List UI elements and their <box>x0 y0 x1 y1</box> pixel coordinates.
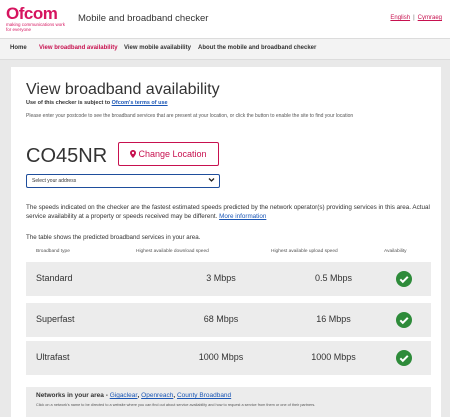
network-link-openreach[interactable]: Openreach <box>141 392 173 399</box>
lang-english-link[interactable]: English <box>390 15 410 21</box>
download-speed: 68 Mbps <box>203 314 239 324</box>
map-pin-icon <box>130 150 137 158</box>
upload-speed: 1000 Mbps <box>311 352 356 362</box>
terms-prefix: Use of this checker is subject to <box>26 100 112 106</box>
column-header-availability: Availability <box>384 249 407 254</box>
postcode-display: CO45NR <box>26 145 108 167</box>
upload-speed: 16 Mbps <box>316 314 351 324</box>
chevron-down-icon <box>208 178 215 182</box>
check-circle-icon <box>396 271 412 287</box>
nav-item-mobile[interactable]: View mobile availability <box>124 45 191 51</box>
table-intro: The table shows the predicted broadband … <box>26 234 201 241</box>
lang-cymraeg-link[interactable]: Cymraeg <box>418 15 442 21</box>
lang-separator: | <box>413 15 415 21</box>
nav-item-broadband[interactable]: View broadband availability <box>39 45 118 51</box>
network-link-county-broadband[interactable]: County Broadband <box>177 392 231 399</box>
intro-text: Please enter your postcode to see the br… <box>26 113 354 119</box>
main-content: View broadband availability Use of this … <box>11 67 441 417</box>
nav-item-home[interactable]: Home <box>10 45 27 51</box>
upload-speed: 0.5 Mbps <box>314 273 353 283</box>
column-header-upload: Highest available upload speed <box>271 249 338 254</box>
main-nav: Home View broadband availability View mo… <box>0 39 450 60</box>
change-location-button[interactable]: Change Location <box>118 142 219 166</box>
download-speed: 1000 Mbps <box>198 352 244 362</box>
broadband-type: Superfast <box>36 314 75 324</box>
site-title: Mobile and broadband checker <box>78 13 209 24</box>
logo-wordmark: Ofcom <box>6 4 58 23</box>
site-header: Ofcom making communications work for eve… <box>0 0 450 39</box>
networks-title: Networks in your area - Gigaclear, Openr… <box>36 392 232 399</box>
ofcom-logo[interactable]: Ofcom making communications work for eve… <box>6 5 68 32</box>
networks-heading: Networks in your area <box>36 392 104 399</box>
table-row: Superfast 68 Mbps 16 Mbps <box>26 303 431 337</box>
address-select-value: Select your address <box>32 178 77 184</box>
speed-disclaimer: The speeds indicated on the checker are … <box>26 204 436 221</box>
table-row: Standard 3 Mbps 0.5 Mbps <box>26 262 431 296</box>
column-header-download: Highest available download speed <box>136 249 209 254</box>
more-information-link[interactable]: More information <box>219 213 266 220</box>
column-header-type: Broadband type <box>36 249 70 254</box>
networks-note: Click on a network's name to be directed… <box>36 403 316 407</box>
check-circle-icon <box>396 312 412 328</box>
nav-item-about[interactable]: About the mobile and broadband checker <box>198 45 316 51</box>
broadband-type: Ultrafast <box>36 352 70 362</box>
broadband-type: Standard <box>36 273 73 283</box>
page-title: View broadband availability <box>26 81 220 98</box>
language-switcher: English | Cymraeg <box>390 15 442 21</box>
network-link-gigaclear[interactable]: Gigaclear <box>110 392 138 399</box>
table-row: Ultrafast 1000 Mbps 1000 Mbps <box>26 341 431 375</box>
logo-tagline: making communications work for everyone <box>6 22 66 32</box>
terms-notice: Use of this checker is subject to Ofcom'… <box>26 100 168 106</box>
terms-link[interactable]: Ofcom's terms of use <box>112 100 168 106</box>
address-select[interactable]: Select your address <box>26 174 220 188</box>
networks-panel: Networks in your area - Gigaclear, Openr… <box>26 387 431 417</box>
change-location-label: Change Location <box>138 149 207 159</box>
check-circle-icon <box>396 350 412 366</box>
download-speed: 3 Mbps <box>206 273 236 283</box>
